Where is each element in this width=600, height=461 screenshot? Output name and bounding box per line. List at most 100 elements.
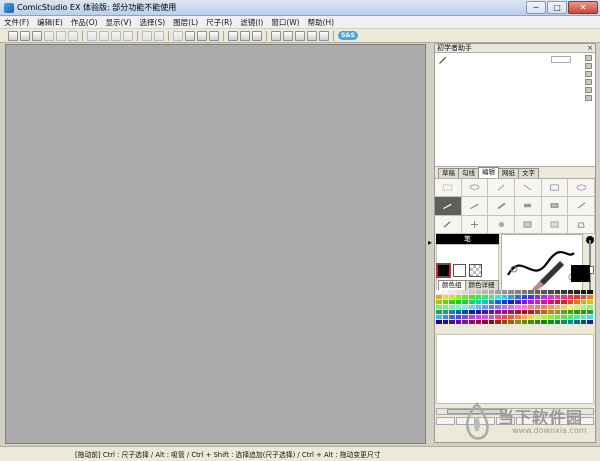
menu-edit[interactable]: 编辑(E) [33, 17, 67, 28]
palette-swatch[interactable] [515, 320, 522, 325]
palette-swatch[interactable] [436, 320, 443, 325]
scroll-up-icon[interactable] [584, 55, 592, 61]
lasso-tool[interactable] [461, 179, 489, 198]
tab-text[interactable]: 文字 [518, 168, 539, 178]
settings-icon[interactable] [584, 87, 592, 93]
palette-swatch[interactable] [554, 320, 562, 325]
palette-swatch[interactable] [580, 320, 588, 325]
tab-color-set[interactable]: 颜色组 [438, 280, 466, 290]
palette-swatch[interactable] [495, 320, 502, 325]
tab-draft[interactable]: 草稿 [438, 168, 459, 178]
rect-select-tool[interactable] [435, 179, 462, 198]
history-icon[interactable] [307, 30, 317, 41]
tool-window-icon[interactable] [240, 30, 250, 41]
black-color-swatch[interactable] [436, 263, 451, 278]
palette-swatch[interactable] [541, 320, 548, 325]
color-window-icon[interactable] [252, 30, 262, 41]
palette-swatch[interactable] [449, 320, 456, 325]
copy-icon[interactable] [99, 30, 109, 41]
palette-swatch[interactable] [547, 320, 555, 325]
menu-file[interactable]: 文件(F) [0, 17, 33, 28]
palette-swatch[interactable] [567, 320, 575, 325]
menu-help[interactable]: 帮助(H) [304, 17, 339, 28]
drawing-canvas[interactable] [5, 44, 426, 444]
delete-icon[interactable] [123, 30, 133, 41]
palette-swatch[interactable] [455, 320, 463, 325]
print-icon[interactable] [68, 30, 78, 41]
assistant-icon[interactable] [319, 30, 329, 41]
tab-inking[interactable]: 勾线 [458, 168, 479, 178]
new-file-icon[interactable] [8, 30, 18, 41]
transparent-color-swatch[interactable] [469, 264, 482, 277]
palette-swatch[interactable] [468, 320, 476, 325]
palette-swatch[interactable] [508, 320, 515, 325]
move-up-icon[interactable] [584, 63, 592, 69]
undo-icon[interactable] [142, 30, 152, 41]
collapse-arrow-icon[interactable]: ▸ [428, 238, 432, 247]
palette-swatch[interactable] [528, 320, 535, 325]
menu-work[interactable]: 作品(O) [67, 17, 102, 28]
magic-wand-tool[interactable] [488, 179, 515, 198]
menu-ruler[interactable]: 尺子(R) [202, 17, 236, 28]
layer-window-icon[interactable] [228, 30, 238, 41]
cutter-tool[interactable] [568, 197, 595, 216]
save-all-icon[interactable] [56, 30, 66, 41]
material-icon[interactable] [271, 30, 281, 41]
gradient-tool[interactable] [541, 215, 569, 234]
eraser-tool[interactable] [541, 197, 569, 216]
palette-button[interactable] [436, 417, 455, 425]
palette-swatch[interactable] [534, 320, 542, 325]
tab-color-detail[interactable]: 颜色详细 [464, 280, 499, 290]
properties-icon[interactable] [295, 30, 305, 41]
close-button[interactable]: ✕ [568, 1, 598, 14]
palette-swatch[interactable] [442, 320, 450, 325]
pencil-tool[interactable] [461, 197, 489, 216]
menu-select[interactable]: 选择(S) [136, 17, 170, 28]
story-view-icon[interactable] [209, 30, 219, 41]
scroll-down-icon[interactable] [584, 79, 592, 85]
minimize-button[interactable]: ─ [526, 1, 546, 14]
pen-tool[interactable] [435, 197, 462, 216]
menu-window[interactable]: 窗口(W) [267, 17, 303, 28]
redo-icon[interactable] [154, 30, 164, 41]
panel-close-icon[interactable]: × [587, 44, 593, 53]
tab-edit[interactable]: 编辑 [478, 167, 499, 178]
page-icon[interactable] [173, 30, 183, 41]
ss-badge-icon[interactable]: S&S [338, 31, 358, 40]
tab-screentone[interactable]: 网纸 [498, 168, 519, 178]
palette-swatch[interactable] [462, 320, 469, 325]
marker-tool[interactable] [514, 197, 542, 216]
new-page-icon[interactable] [20, 30, 30, 41]
brush-tool[interactable] [488, 197, 515, 216]
assistant-field[interactable] [551, 56, 571, 63]
trash-icon[interactable] [584, 95, 592, 101]
palette-swatch[interactable] [488, 320, 496, 325]
menu-filter[interactable]: 滤镜(I) [236, 17, 267, 28]
cut-icon[interactable] [87, 30, 97, 41]
palette-swatch[interactable] [574, 320, 581, 325]
move-tool[interactable] [461, 215, 489, 234]
navigator-icon[interactable] [283, 30, 293, 41]
blur-tool[interactable] [488, 215, 515, 234]
move-down-icon[interactable] [584, 71, 592, 77]
palette-swatch[interactable] [521, 320, 529, 325]
tone-tool[interactable] [514, 215, 542, 234]
page-view-icon[interactable] [185, 30, 195, 41]
ellipse-tool[interactable] [568, 179, 595, 198]
white-color-swatch[interactable] [453, 264, 466, 277]
line-tool[interactable] [514, 179, 542, 198]
save-icon[interactable] [44, 30, 54, 41]
eyedropper-tool[interactable] [435, 215, 462, 234]
fill-tool[interactable] [568, 215, 595, 234]
palette-swatch[interactable] [482, 320, 489, 325]
palette-swatch[interactable] [587, 320, 594, 325]
paste-icon[interactable] [111, 30, 121, 41]
rect-tool[interactable] [541, 179, 569, 198]
open-folder-icon[interactable] [32, 30, 42, 41]
palette-swatch[interactable] [475, 320, 483, 325]
palette-swatch[interactable] [501, 320, 509, 325]
palette-swatch[interactable] [561, 320, 568, 325]
menu-layer[interactable]: 图层(L) [169, 17, 202, 28]
spread-view-icon[interactable] [197, 30, 207, 41]
menu-view[interactable]: 显示(V) [102, 17, 136, 28]
